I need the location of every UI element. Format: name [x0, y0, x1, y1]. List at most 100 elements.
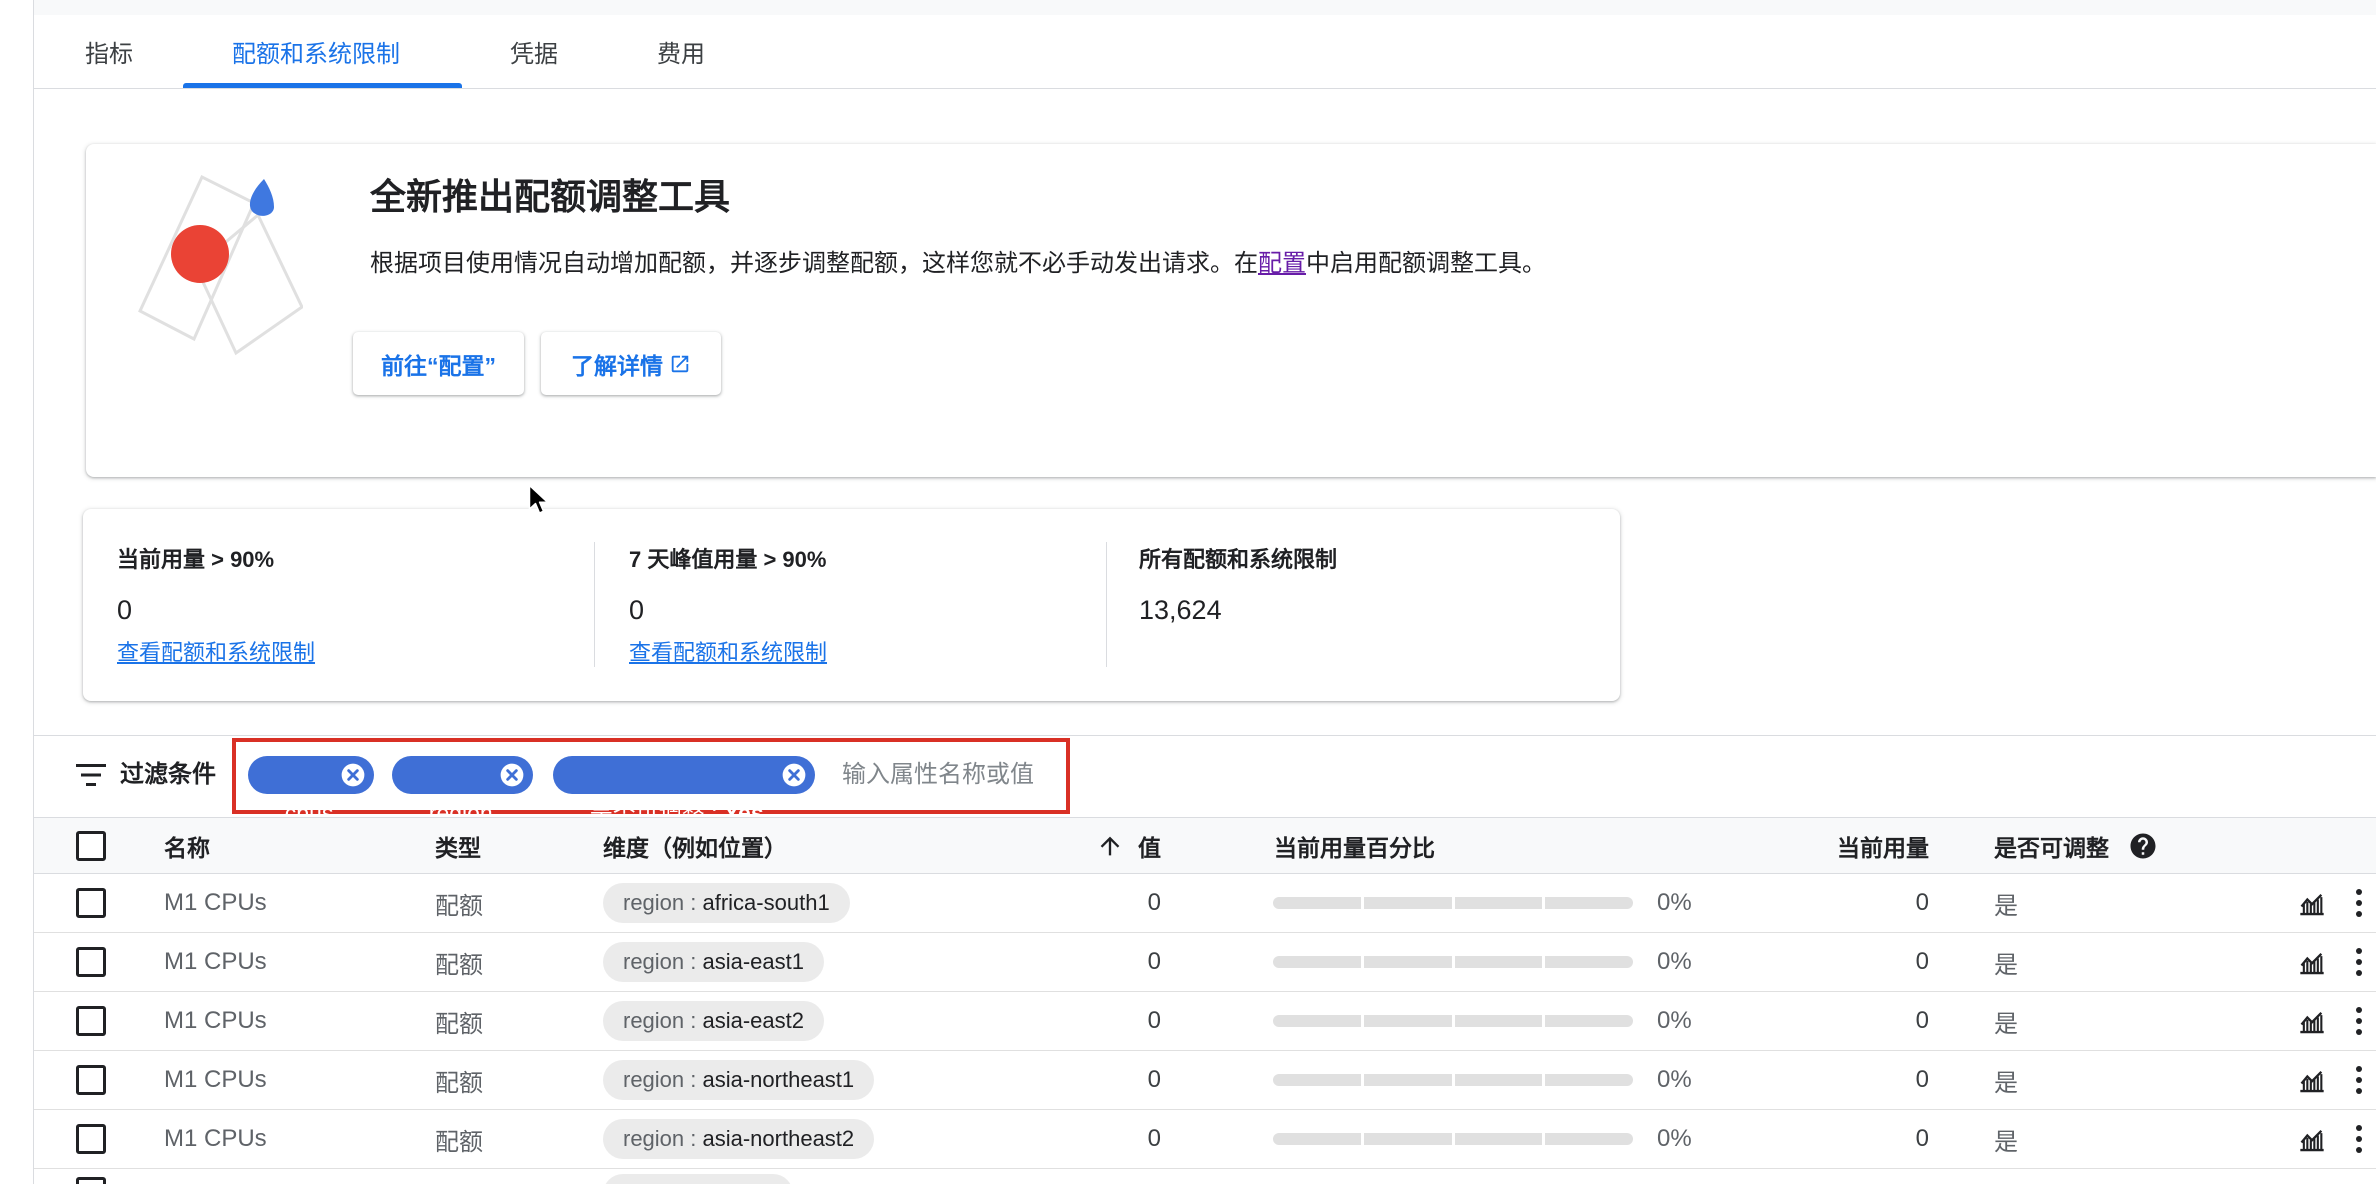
adjustable-value: 是	[1994, 951, 2018, 979]
stat-label-all-quotas: 所有配额和系统限制	[1139, 547, 1338, 572]
configuration-link[interactable]: 配置	[1258, 250, 1306, 277]
table-row: M1 CPUs 配额 region : asia-northeast2 0 0%…	[34, 1110, 2376, 1169]
cancel-circle-icon[interactable]	[781, 762, 807, 788]
usage-bar-segment	[1545, 897, 1633, 909]
select-all-checkbox[interactable]	[76, 830, 106, 861]
learn-more-button[interactable]: 了解详情	[541, 332, 721, 395]
go-to-configuration-label: 前往“配置”	[381, 352, 496, 379]
go-to-configuration-button[interactable]: 前往“配置”	[353, 332, 524, 395]
usage-bar-segment	[1454, 1015, 1543, 1027]
view-quotas-link[interactable]: 查看配额和系统限制	[629, 638, 827, 668]
dimension-chip: region : asia-east1	[603, 942, 825, 982]
usage-progress-bar	[1273, 1133, 1633, 1145]
more-vert-icon[interactable]	[2353, 1123, 2365, 1155]
usage-bar-segment	[1363, 897, 1452, 909]
filter-chip-region[interactable]: region	[392, 756, 533, 826]
tab-credentials[interactable]: 凭据	[510, 15, 558, 88]
cancel-circle-icon[interactable]	[340, 762, 366, 788]
usage-bar-segment	[1545, 1015, 1633, 1027]
more-vert-icon[interactable]	[2353, 887, 2365, 919]
dimension-key: region :	[623, 949, 703, 974]
column-header-usage-percent[interactable]: 当前用量百分比	[1274, 818, 1435, 873]
top-strip	[34, 0, 2376, 15]
row-checkbox[interactable]	[76, 888, 106, 918]
monitoring-chart-icon[interactable]	[2297, 1007, 2327, 1035]
banner-description: 根据项目使用情况自动增加配额，并逐步调整配额，这样您就不必手动发出请求。在配置中…	[370, 250, 1546, 278]
usage-bar-segment	[1363, 1015, 1452, 1027]
usage-progress-bar	[1273, 1074, 1633, 1086]
filter-input[interactable]	[842, 757, 1064, 793]
table-row: M1 CPUs 配额 region : asia-northeast1 0 0%…	[34, 1051, 2376, 1110]
usage-bar-segment	[1454, 897, 1543, 909]
usage-progress-bar	[1273, 1015, 1633, 1027]
dimension-chip: region : africa-south1	[603, 883, 850, 923]
adjustable-value: 是	[1994, 1128, 2018, 1156]
filter-chip-adjustable[interactable]: 是否可调整 : Yes	[553, 756, 815, 826]
quota-adjuster-illustration	[138, 174, 303, 356]
usage-percent: 0%	[1657, 889, 1692, 916]
dimension-value: asia-northeast2	[702, 1126, 855, 1151]
dimension-key: region :	[623, 1067, 703, 1092]
filter-list-icon[interactable]	[76, 764, 106, 786]
usage-percent: 0%	[1657, 1066, 1692, 1093]
column-header-type[interactable]: 类型	[435, 818, 481, 873]
monitoring-chart-icon[interactable]	[2297, 889, 2327, 917]
more-vert-icon[interactable]	[2353, 946, 2365, 978]
row-checkbox[interactable]	[76, 1065, 106, 1095]
arrow-upward-icon[interactable]	[1096, 832, 1124, 860]
table-row: M1 CPUs 配额 region : asia-east2 0 0% 0 是	[34, 992, 2376, 1051]
row-checkbox[interactable]	[76, 947, 106, 977]
stat-label-peak-usage: 7 天峰值用量 > 90%	[629, 547, 827, 572]
monitoring-chart-icon[interactable]	[2297, 1125, 2327, 1153]
dimension-chip: region : asia-east2	[603, 1001, 825, 1041]
dimension-key: region :	[623, 890, 703, 915]
quota-name: M1 CPUs	[164, 1007, 267, 1034]
dimension-value: africa-south1	[702, 890, 830, 915]
quota-name: M1 CPUs	[164, 889, 267, 916]
filter-label: 过滤条件	[120, 761, 216, 788]
table-row-partial	[34, 1169, 2376, 1184]
active-tab-indicator	[183, 83, 462, 88]
quota-value: 0	[1147, 948, 1161, 975]
section-divider	[34, 735, 2376, 736]
usage-bar-segment	[1454, 1074, 1543, 1086]
row-checkbox[interactable]	[76, 1006, 106, 1036]
monitoring-chart-icon[interactable]	[2297, 948, 2327, 976]
cancel-circle-icon[interactable]	[499, 762, 525, 788]
column-header-adjustable[interactable]: 是否可调整	[1994, 818, 2109, 873]
quota-name: M1 CPUs	[164, 948, 267, 975]
open-in-new-icon	[671, 355, 689, 372]
column-header-usage[interactable]: 当前用量	[1729, 818, 1929, 873]
current-usage: 0	[1915, 948, 1929, 975]
column-header-value[interactable]: 值	[1138, 818, 1161, 873]
filter-chip-cpus[interactable]: cpus	[248, 756, 374, 826]
view-quotas-link[interactable]: 查看配额和系统限制	[117, 638, 315, 668]
stat-label-current-usage: 当前用量 > 90%	[117, 547, 275, 572]
usage-bar-segment	[1363, 1133, 1452, 1145]
row-checkbox[interactable]	[76, 1177, 106, 1184]
usage-bar-segment	[1454, 1133, 1543, 1145]
more-vert-icon[interactable]	[2353, 1005, 2365, 1037]
usage-bar-segment	[1273, 1015, 1361, 1027]
adjustable-value: 是	[1994, 1010, 2018, 1038]
usage-bar-segment	[1545, 1133, 1633, 1145]
mouse-cursor-icon	[528, 484, 549, 514]
stat-value-peak-usage: 0	[629, 595, 645, 625]
tab-cost[interactable]: 费用	[657, 15, 705, 88]
tab-metrics[interactable]: 指标	[85, 15, 133, 88]
table-row: M1 CPUs 配额 region : africa-south1 0 0% 0…	[34, 874, 2376, 933]
dimension-chip: region : asia-northeast1	[603, 1060, 875, 1100]
tab-quotas[interactable]: 配额和系统限制	[232, 15, 400, 88]
column-header-name[interactable]: 名称	[164, 818, 210, 873]
column-header-dimension[interactable]: 维度（例如位置）	[603, 818, 787, 873]
dimension-value: asia-east1	[702, 949, 805, 974]
usage-bar-segment	[1273, 956, 1361, 968]
row-checkbox[interactable]	[76, 1124, 106, 1154]
usage-percent: 0%	[1657, 1007, 1692, 1034]
help-circle-icon[interactable]	[2128, 831, 2158, 861]
usage-progress-bar	[1273, 897, 1633, 909]
monitoring-chart-icon[interactable]	[2297, 1066, 2327, 1094]
more-vert-icon[interactable]	[2353, 1064, 2365, 1096]
learn-more-label: 了解详情	[571, 352, 663, 379]
quota-type: 配额	[435, 892, 483, 920]
